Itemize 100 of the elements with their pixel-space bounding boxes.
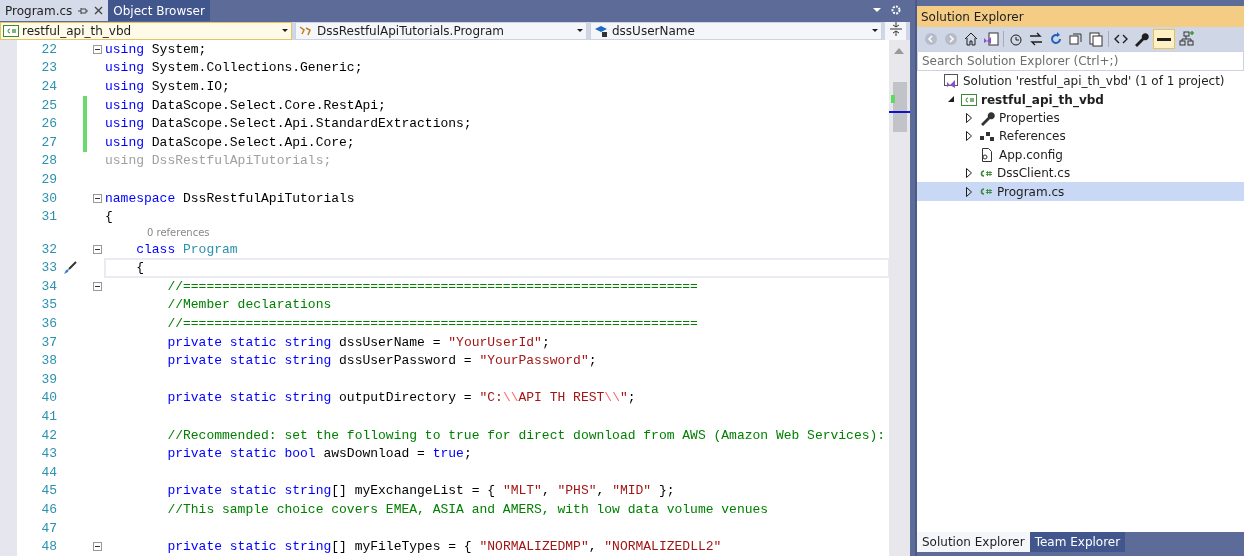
code-line: using System.Collections.Generic;: [105, 60, 363, 76]
line-number: 33: [40, 260, 57, 276]
private-field-icon: [593, 23, 609, 38]
settings-icon[interactable]: [890, 4, 902, 16]
collapse-all-icon[interactable]: [1068, 31, 1084, 47]
sync-icon[interactable]: [1028, 31, 1044, 47]
line-number: 40: [40, 390, 57, 406]
paintbrush-icon[interactable]: [62, 259, 78, 276]
code-line: //Recommended: set the following to true for direct download from AWS (Amazon Web Services):: [166, 427, 886, 443]
line-number: 42: [40, 427, 57, 443]
csharp-project-icon: [961, 93, 977, 106]
code-line: {: [135, 260, 144, 276]
code-line: private static string dssUserName = "YourUserId";: [166, 334, 550, 350]
code-line: {: [105, 209, 113, 225]
dropdown-caret-icon[interactable]: [576, 28, 584, 34]
pin-icon[interactable]: [78, 5, 89, 16]
collapse-icon[interactable]: [93, 542, 102, 552]
line-number: 45: [40, 483, 57, 499]
panel-title: Solution Explorer: [921, 9, 1024, 24]
collapsed-arrow-icon[interactable]: [966, 112, 972, 123]
code-line: using DataScope.Select.Api.StandardExtractions;: [105, 116, 472, 132]
dropdown-caret-icon[interactable]: [871, 28, 879, 34]
collapse-icon[interactable]: [93, 244, 102, 254]
line-number: 35: [40, 297, 57, 313]
wrench-icon: [979, 109, 995, 126]
line-number: 38: [40, 353, 57, 369]
history-icon[interactable]: [1008, 31, 1024, 47]
collapse-icon[interactable]: [93, 44, 102, 54]
line-number: 37: [40, 334, 57, 350]
refresh-icon[interactable]: [1048, 31, 1064, 47]
code-line: //==================================================================: [166, 316, 698, 332]
document-tab[interactable]: Program.cs: [0, 0, 109, 21]
code-line: using System;: [105, 41, 207, 57]
tree-item[interactable]: References: [917, 127, 1244, 146]
document-tab[interactable]: Object Browser: [108, 0, 210, 21]
csharp-file-icon: [979, 187, 993, 197]
panel-tab[interactable]: Team Explorer: [1029, 532, 1126, 552]
code-line: //==================================================================: [166, 278, 698, 294]
line-number: 46: [40, 502, 57, 517]
line-number: 39: [40, 371, 57, 387]
code-line: private static string[] myExchangeList = { "MLT", "PHS", "MID" };: [166, 483, 675, 499]
home-icon[interactable]: [963, 31, 979, 47]
dropdown-caret-icon[interactable]: [281, 28, 289, 34]
code-line: using System.IO;: [105, 78, 230, 94]
line-number: 28: [40, 153, 57, 169]
tree-item[interactable]: Solution 'restful_api_th_vbd' (1 of 1 project): [917, 72, 1244, 91]
line-number: 44: [40, 464, 57, 480]
scrollbar-change-marker: [891, 94, 895, 103]
collapse-icon[interactable]: [93, 281, 102, 291]
line-number: 32: [40, 241, 57, 257]
close-icon[interactable]: [94, 6, 104, 15]
wrench-icon[interactable]: [1133, 31, 1149, 47]
line-number: 34: [40, 278, 57, 294]
search-field[interactable]: Search Solution Explorer (Ctrl+;): [917, 51, 1244, 71]
code-line: //Member declarations: [166, 297, 332, 313]
tree-item[interactable]: App.config: [917, 145, 1244, 164]
line-number: 22: [40, 41, 57, 57]
code-line: class Program: [135, 241, 238, 257]
preview-toggle-icon[interactable]: [1153, 29, 1175, 49]
copy-icon[interactable]: [1088, 31, 1104, 47]
class-icon: [298, 24, 314, 37]
tree-item[interactable]: DssClient.cs: [917, 163, 1244, 183]
code-line: private static string outputDirectory = "C:\\API TH REST\\";: [166, 390, 636, 406]
line-number: 43: [40, 446, 57, 462]
line-number: 48: [40, 539, 57, 555]
csharp-file-icon: [979, 168, 993, 178]
references-icon: [979, 129, 995, 144]
tree-item[interactable]: Program.cs: [917, 182, 1244, 201]
references-codelens[interactable]: 0 references: [147, 227, 210, 239]
csharp-project-icon: [3, 24, 19, 37]
line-number: 27: [40, 134, 57, 150]
code-line: using DataScope.Select.Api.Core;: [105, 134, 355, 150]
scroll-thumb[interactable]: [893, 81, 907, 132]
collapsed-arrow-icon[interactable]: [966, 186, 972, 197]
tree-item[interactable]: Properties: [917, 108, 1244, 128]
line-number: 26: [40, 116, 57, 132]
switch-views-icon[interactable]: [983, 31, 999, 47]
line-number: 31: [40, 209, 57, 225]
collapse-icon[interactable]: [93, 193, 102, 203]
code-line: using DataScope.Select.Core.RestApi;: [105, 97, 386, 113]
line-number: 41: [40, 409, 57, 425]
expanded-arrow-icon[interactable]: [947, 96, 955, 104]
config-file-icon: [979, 146, 995, 163]
line-number: 36: [40, 316, 57, 332]
code-line: namespace DssRestfulApiTutorials: [105, 190, 355, 206]
class-diagram-icon[interactable]: [1179, 31, 1195, 47]
code-line: private static string[] myFileTypes = { "NORMALIZEDMP", "NORMALIZEDLL2": [166, 539, 722, 555]
code-line: //This sample choice covers EMEA, ASIA and AMERS, with low data volume venues: [166, 502, 769, 517]
line-number: 25: [40, 97, 57, 113]
line-number: 30: [40, 190, 57, 206]
line-number: 29: [40, 171, 57, 187]
code-line: private static bool awsDownload = true;: [166, 446, 472, 462]
caret-position-marker: [889, 110, 910, 113]
code-line: private static string dssUserPassword = "YourPassword";: [166, 353, 597, 369]
line-number: 47: [40, 520, 57, 536]
vertical-scrollbar[interactable]: [889, 39, 910, 556]
collapsed-arrow-icon[interactable]: [966, 168, 972, 179]
panel-tab[interactable]: Solution Explorer: [917, 532, 1030, 552]
collapsed-arrow-icon[interactable]: [966, 131, 972, 142]
tree-item[interactable]: restful_api_th_vbd: [917, 90, 1244, 109]
